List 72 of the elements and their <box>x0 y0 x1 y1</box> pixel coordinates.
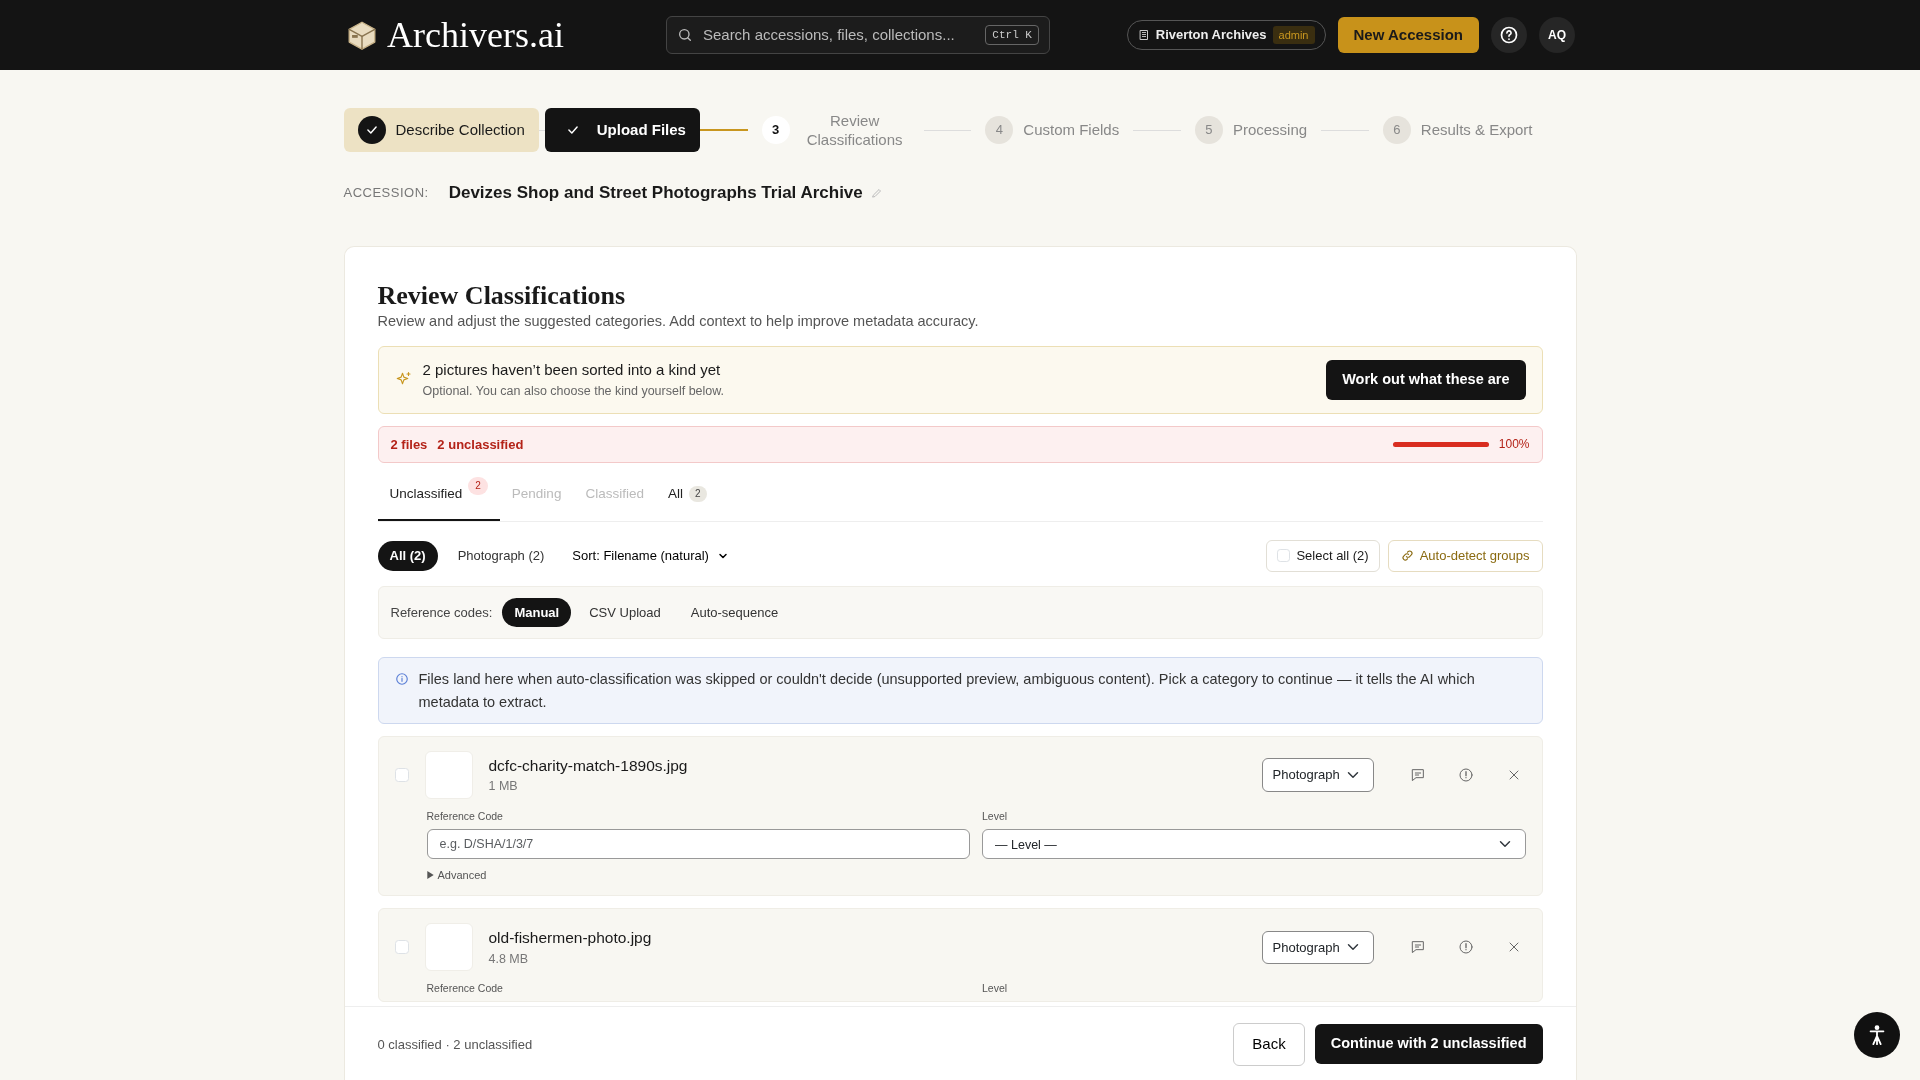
accession-name: Devizes Shop and Street Photographs Trial Archive <box>448 182 863 204</box>
auto-detect-button[interactable]: Auto-detect groups <box>1387 540 1543 572</box>
mode-option[interactable]: Auto-sequence <box>678 597 791 628</box>
filter-tab[interactable]: Unclassified 2 <box>377 469 500 522</box>
step-number: 6 <box>1382 116 1411 144</box>
step-tab[interactable]: Upload Files <box>544 108 700 152</box>
step-tab[interactable]: 3 Review Classifications <box>747 108 924 152</box>
field-label: Reference Code <box>426 981 504 997</box>
accessibility-button[interactable] <box>1854 1012 1900 1058</box>
help-button[interactable] <box>1491 17 1527 53</box>
step-tab[interactable]: Describe Collection <box>343 108 539 152</box>
role-badge: admin <box>1272 25 1315 45</box>
sort-dropdown[interactable]: Sort: Filename (natural) <box>564 542 737 570</box>
advanced-toggle[interactable]: Advanced <box>426 866 487 884</box>
building-icon <box>1137 29 1150 41</box>
notice-title: 2 pictures haven’t been sorted into a kind yet <box>422 360 722 381</box>
select-all-control[interactable]: Select all (2) <box>1266 540 1380 572</box>
search-input[interactable]: Search accessions, files, collections... <box>700 22 978 48</box>
file-count: 2 files <box>390 435 428 454</box>
file-size: 4.8 MB <box>488 950 530 968</box>
user-avatar[interactable]: AQ <box>1539 17 1575 53</box>
step-number: 5 <box>1194 116 1223 144</box>
search-icon <box>676 27 693 43</box>
info-icon <box>394 672 409 687</box>
file-checkbox[interactable] <box>394 768 409 783</box>
comment-icon <box>1409 767 1426 784</box>
back-button[interactable]: Back <box>1233 1023 1305 1066</box>
step-number: 4 <box>985 116 1014 144</box>
alert-icon <box>1457 767 1474 784</box>
field-label: Level <box>982 809 1009 825</box>
check-icon <box>364 123 379 137</box>
unclassified-count: 2 unclassified <box>437 435 524 454</box>
progress-reading: 100% <box>1498 436 1530 454</box>
category-select[interactable]: Photograph <box>1261 930 1374 965</box>
file-checkbox[interactable] <box>394 940 409 955</box>
pencil-icon <box>870 186 883 199</box>
help-icon <box>1499 25 1519 45</box>
file-name: old-fishermen-photo.jpg <box>488 928 653 949</box>
filter-tab[interactable]: All 2 <box>655 469 719 522</box>
mode-option[interactable]: Manual <box>502 597 572 628</box>
classify-button[interactable]: Work out what these are <box>1326 360 1526 400</box>
search-field[interactable]: Search accessions, files, collections... Ctrl K <box>665 16 1050 54</box>
filter-chip[interactable]: Photograph (2) <box>445 541 557 571</box>
reference-codes-label: Reference codes: <box>390 603 493 622</box>
reference-code-field[interactable]: e.g. D/SHA/1/3/7 <box>426 828 970 859</box>
info-text: Files land here when auto-classification was skipped or couldn't decide (unsupported preview, ambiguous content). Pick a category to continue — it tells the AI which metadata to extract. <box>418 670 1476 712</box>
comment-icon <box>1409 939 1426 956</box>
level-select[interactable]: — Level — <box>982 828 1526 859</box>
shortcut-hint: Ctrl K <box>985 24 1039 46</box>
classification-summary: 0 classified · 2 unclassified <box>377 1035 533 1054</box>
link-icon <box>1400 549 1414 563</box>
accession-label: ACCESSION: <box>343 184 429 202</box>
brand-name: Archivers.ai <box>387 17 564 53</box>
panel-subtitle: Review and adjust the suggested categories. Add context to help improve metadata accuracy. <box>377 311 980 331</box>
check-icon <box>565 123 580 137</box>
file-name: dcfc-charity-match-1890s.jpg <box>488 756 689 777</box>
count-badge: 2 <box>468 477 488 496</box>
new-accession-button[interactable]: New Accession <box>1337 17 1479 53</box>
notice-text: Optional. You can also choose the kind yourself below. <box>422 382 726 400</box>
alert-icon <box>1457 939 1474 956</box>
caret-right-icon <box>426 871 434 880</box>
filter-chip[interactable]: All (2) <box>377 541 438 571</box>
step-number: 3 <box>761 116 790 144</box>
continue-button[interactable]: Continue with 2 unclassified <box>1314 1024 1543 1065</box>
file-size: 1 MB <box>488 778 519 796</box>
count-badge: 2 <box>688 486 707 503</box>
category-select[interactable]: Photograph <box>1261 758 1374 792</box>
mode-option[interactable]: CSV Upload <box>577 597 673 628</box>
select-all-checkbox[interactable] <box>1277 549 1291 563</box>
panel-title: Review Classifications <box>377 279 627 311</box>
field-label: Reference Code <box>426 809 504 825</box>
field-label: Level <box>982 981 1009 997</box>
